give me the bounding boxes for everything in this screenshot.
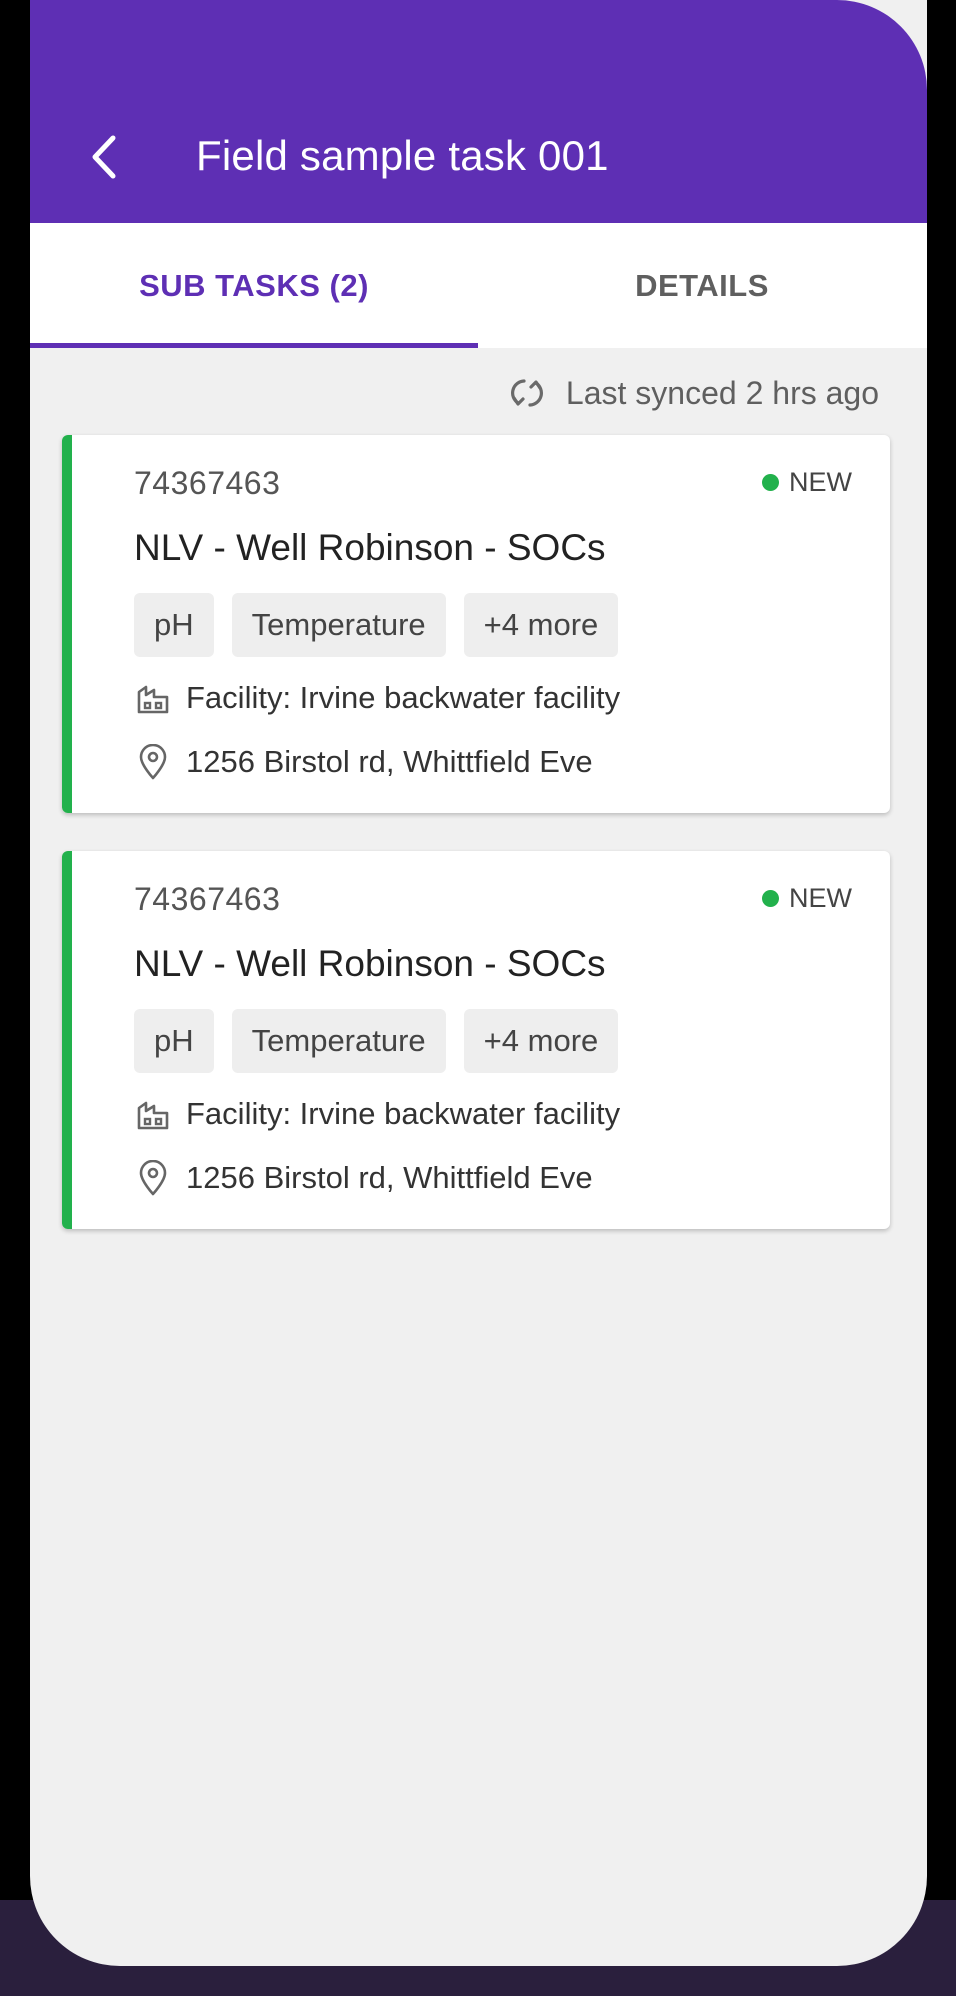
page-title: Field sample task 001 xyxy=(196,132,609,179)
chip-ph: pH xyxy=(134,1009,214,1073)
subtask-card[interactable]: 74367463 NEW NLV - Well Robinson - SOCs … xyxy=(62,851,890,1229)
tab-sub-tasks[interactable]: SUB TASKS (2) xyxy=(30,223,478,348)
status-badge: NEW xyxy=(762,883,852,914)
sync-status: Last synced 2 hrs ago xyxy=(510,370,879,416)
location-pin-icon xyxy=(134,1160,172,1196)
tab-details[interactable]: DETAILS xyxy=(478,223,926,348)
app-screen: Field sample task 001 SUB TASKS (2) DETA… xyxy=(30,0,927,1966)
chip-more[interactable]: +4 more xyxy=(463,1009,619,1073)
address-row: 1256 Birstol rd, Whittfield Eve xyxy=(134,1160,593,1196)
parameter-chips: pH Temperature +4 more xyxy=(134,1009,636,1073)
address-text: 1256 Birstol rd, Whittfield Eve xyxy=(186,744,593,779)
back-button[interactable] xyxy=(70,122,140,192)
card-title: NLV - Well Robinson - SOCs xyxy=(134,943,606,984)
status-dot-icon xyxy=(762,890,779,907)
last-synced-text: Last synced 2 hrs ago xyxy=(565,374,879,411)
card-id: 74367463 xyxy=(134,465,281,501)
factory-icon xyxy=(134,682,172,714)
status-label: NEW xyxy=(789,883,852,913)
address-text: 1256 Birstol rd, Whittfield Eve xyxy=(186,1160,593,1195)
active-tab-indicator xyxy=(30,343,478,348)
chip-ph: pH xyxy=(134,593,214,657)
status-badge: NEW xyxy=(762,467,852,498)
location-pin-icon xyxy=(134,744,172,780)
tab-sub-tasks-label: SUB TASKS (2) xyxy=(139,267,369,303)
factory-icon xyxy=(134,1098,172,1130)
parameter-chips: pH Temperature +4 more xyxy=(134,593,636,657)
chevron-left-icon xyxy=(92,135,116,179)
address-row: 1256 Birstol rd, Whittfield Eve xyxy=(134,744,593,780)
chip-more[interactable]: +4 more xyxy=(463,593,619,657)
subtask-card[interactable]: 74367463 NEW NLV - Well Robinson - SOCs … xyxy=(62,435,890,813)
sync-icon[interactable] xyxy=(510,376,544,410)
chip-temperature: Temperature xyxy=(231,1009,446,1073)
status-label: NEW xyxy=(789,467,852,497)
facility-row: Facility: Irvine backwater facility xyxy=(134,680,620,716)
facility-text: Facility: Irvine backwater facility xyxy=(186,1096,621,1131)
facility-text: Facility: Irvine backwater facility xyxy=(186,680,621,715)
card-title: NLV - Well Robinson - SOCs xyxy=(134,527,606,568)
card-id: 74367463 xyxy=(134,881,281,917)
card-status-accent xyxy=(62,851,72,1229)
status-dot-icon xyxy=(762,474,779,491)
tab-bar: SUB TASKS (2) DETAILS xyxy=(30,223,927,348)
card-status-accent xyxy=(62,435,72,813)
app-bar: Field sample task 001 xyxy=(30,0,927,223)
tab-details-label: DETAILS xyxy=(635,267,769,303)
chip-temperature: Temperature xyxy=(231,593,446,657)
facility-row: Facility: Irvine backwater facility xyxy=(134,1096,620,1132)
